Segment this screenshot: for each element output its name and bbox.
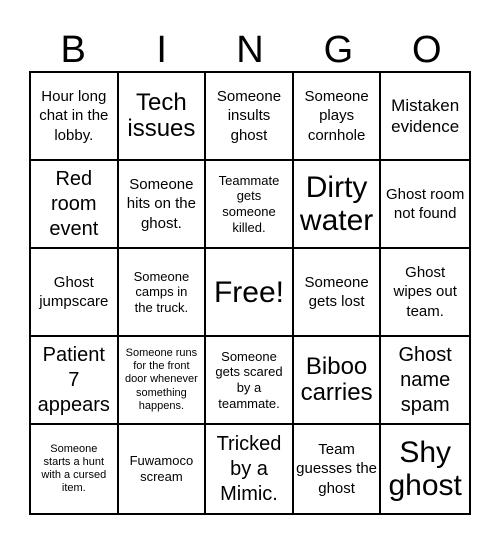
bingo-cell[interactable]: Someone runs for the front door whenever…: [118, 337, 207, 425]
bingo-cell[interactable]: Biboo carries: [293, 337, 382, 425]
cell-text: Dirty water: [299, 171, 374, 237]
cell-text: Red room event: [49, 167, 99, 240]
cell-text: Tricked by a Mimic.: [216, 432, 282, 505]
bingo-cell[interactable]: Someone gets lost: [293, 249, 382, 337]
cell-text: Someone gets scared by a teammate.: [215, 348, 283, 411]
bingo-cell[interactable]: Someone hits on the ghost.: [118, 161, 207, 249]
bingo-cell[interactable]: Tech issues: [118, 73, 207, 161]
cell-text: Hour long chat in the lobby.: [39, 87, 109, 144]
cell-text: Someone camps in the truck.: [133, 268, 190, 315]
free-space-cell[interactable]: Free!: [206, 249, 294, 337]
bingo-cell[interactable]: Mistaken evidence: [381, 73, 469, 161]
bingo-cell[interactable]: Teammate gets someone killed.: [206, 161, 294, 249]
bingo-cell[interactable]: Patient 7 appears: [31, 337, 119, 425]
header-letter-o: O: [412, 29, 442, 71]
cell-text: Shy ghost: [388, 436, 462, 502]
cell-text: Biboo carries: [300, 352, 373, 406]
cell-text: Someone gets lost: [304, 273, 369, 311]
cell-text: Someone insults ghost: [216, 87, 282, 144]
cell-text: Ghost room not found: [386, 185, 465, 223]
bingo-cell[interactable]: Fuwamoco scream: [119, 425, 207, 513]
bingo-cell[interactable]: Someone insults ghost: [206, 73, 294, 161]
cell-text: Someone plays cornhole: [304, 87, 369, 144]
bingo-cell[interactable]: Shy ghost: [381, 425, 469, 513]
bingo-cell[interactable]: Someone camps in the truck.: [118, 249, 207, 337]
cell-text: Someone starts a hunt with a cursed item…: [41, 442, 107, 495]
bingo-cell[interactable]: Someone starts a hunt with a cursed item…: [31, 425, 119, 513]
bingo-cell[interactable]: Ghost wipes out team.: [381, 249, 469, 337]
bingo-cell[interactable]: Ghost name spam: [381, 337, 469, 425]
header-letter-b: B: [60, 29, 86, 71]
bingo-cell[interactable]: Someone gets scared by a teammate.: [206, 337, 294, 425]
bingo-cell[interactable]: Red room event: [31, 161, 119, 249]
bingo-cell[interactable]: Someone plays cornhole: [293, 73, 382, 161]
cell-text: Team guesses the ghost: [296, 440, 378, 497]
bingo-card: Hour long chat in the lobby. Tech issues…: [29, 71, 471, 515]
bingo-cell[interactable]: Team guesses the ghost: [294, 425, 382, 513]
cell-text: Patient 7 appears: [37, 343, 110, 416]
bingo-cell[interactable]: Ghost room not found: [381, 161, 469, 249]
cell-text: Teammate gets someone killed.: [218, 172, 280, 235]
bingo-header: B I N G O: [29, 28, 471, 72]
cell-text: Fuwamoco scream: [129, 453, 194, 484]
bingo-cell[interactable]: Tricked by a Mimic.: [206, 425, 294, 513]
bingo-cell[interactable]: Ghost jumpscare: [31, 249, 119, 337]
cell-text: Someone hits on the ghost.: [126, 175, 196, 232]
cell-text: Ghost wipes out team.: [393, 263, 457, 320]
cell-text: Mistaken evidence: [391, 95, 460, 136]
cell-text: Ghost name spam: [398, 343, 452, 416]
header-letter-n: N: [236, 29, 264, 71]
header-letter-g: G: [323, 29, 354, 71]
cell-text: Tech issues: [127, 88, 196, 142]
cell-text: Someone runs for the front door whenever…: [125, 347, 198, 412]
bingo-cell[interactable]: Hour long chat in the lobby.: [31, 73, 119, 161]
free-space-text: Free!: [213, 275, 284, 309]
cell-text: Ghost jumpscare: [39, 273, 109, 311]
header-letter-i: I: [156, 29, 167, 71]
bingo-cell[interactable]: Dirty water: [293, 161, 382, 249]
